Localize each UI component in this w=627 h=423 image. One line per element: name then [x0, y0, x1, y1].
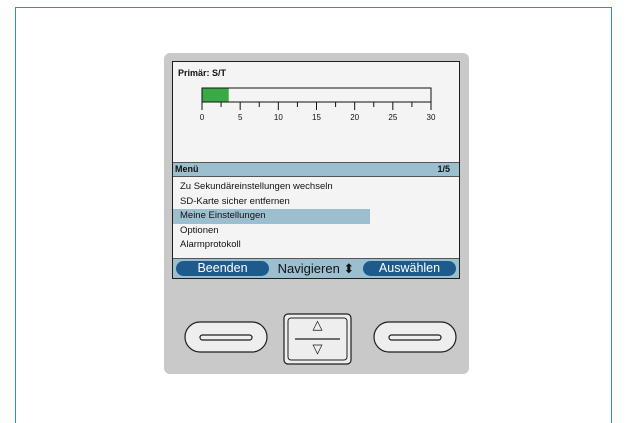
tick-label: 5	[238, 113, 243, 122]
menu-item-my-settings[interactable]: Meine Einstellungen	[173, 209, 370, 224]
scale-ticks	[201, 102, 432, 110]
softkey-exit[interactable]: Beenden	[176, 261, 269, 276]
menu-header: Menü 1/5	[173, 162, 459, 177]
scale-fill	[202, 88, 229, 102]
left-hardware-button[interactable]	[184, 321, 268, 353]
down-arrow-icon[interactable]: ▽	[283, 341, 352, 357]
menu-page-indicator: 1/5	[437, 164, 450, 174]
scale-outline	[201, 87, 432, 103]
softkey-select[interactable]: Auswählen	[363, 261, 456, 276]
up-arrow-icon[interactable]: △	[283, 317, 352, 333]
menu-item-alarm-log[interactable]: Alarmprotokoll	[173, 238, 459, 253]
menu-item-options[interactable]: Optionen	[173, 224, 459, 239]
right-hardware-button[interactable]	[373, 321, 457, 353]
navigation-rocker[interactable]: △ ▽	[283, 313, 352, 365]
menu-list: Zu Sekundäreinstellungen wechseln SD-Kar…	[173, 180, 459, 253]
tick-label: 10	[274, 113, 283, 122]
menu-item-secondary-settings[interactable]: Zu Sekundäreinstellungen wechseln	[173, 180, 459, 195]
tick-label: 15	[312, 113, 321, 122]
softkey-bar: Beenden Navigieren ⬍ Auswählen	[173, 258, 459, 278]
menu-title: Menü	[175, 164, 199, 174]
tick-label: 20	[350, 113, 359, 122]
device-screen: Primär: S/T 0 5 10 15 20 25 30 Menü 1/5 Zu Sek…	[172, 61, 460, 279]
tick-label: 25	[388, 113, 397, 122]
tick-label: 0	[200, 113, 205, 122]
menu-item-remove-sd-card[interactable]: SD-Karte sicher entfernen	[173, 195, 459, 210]
scale-bar: 0 5 10 15 20 25 30	[200, 87, 436, 122]
scale-tick-labels: 0 5 10 15 20 25 30	[200, 113, 436, 122]
softkey-navigate-label: Navigieren ⬍	[277, 261, 355, 276]
tick-label: 30	[427, 113, 436, 122]
